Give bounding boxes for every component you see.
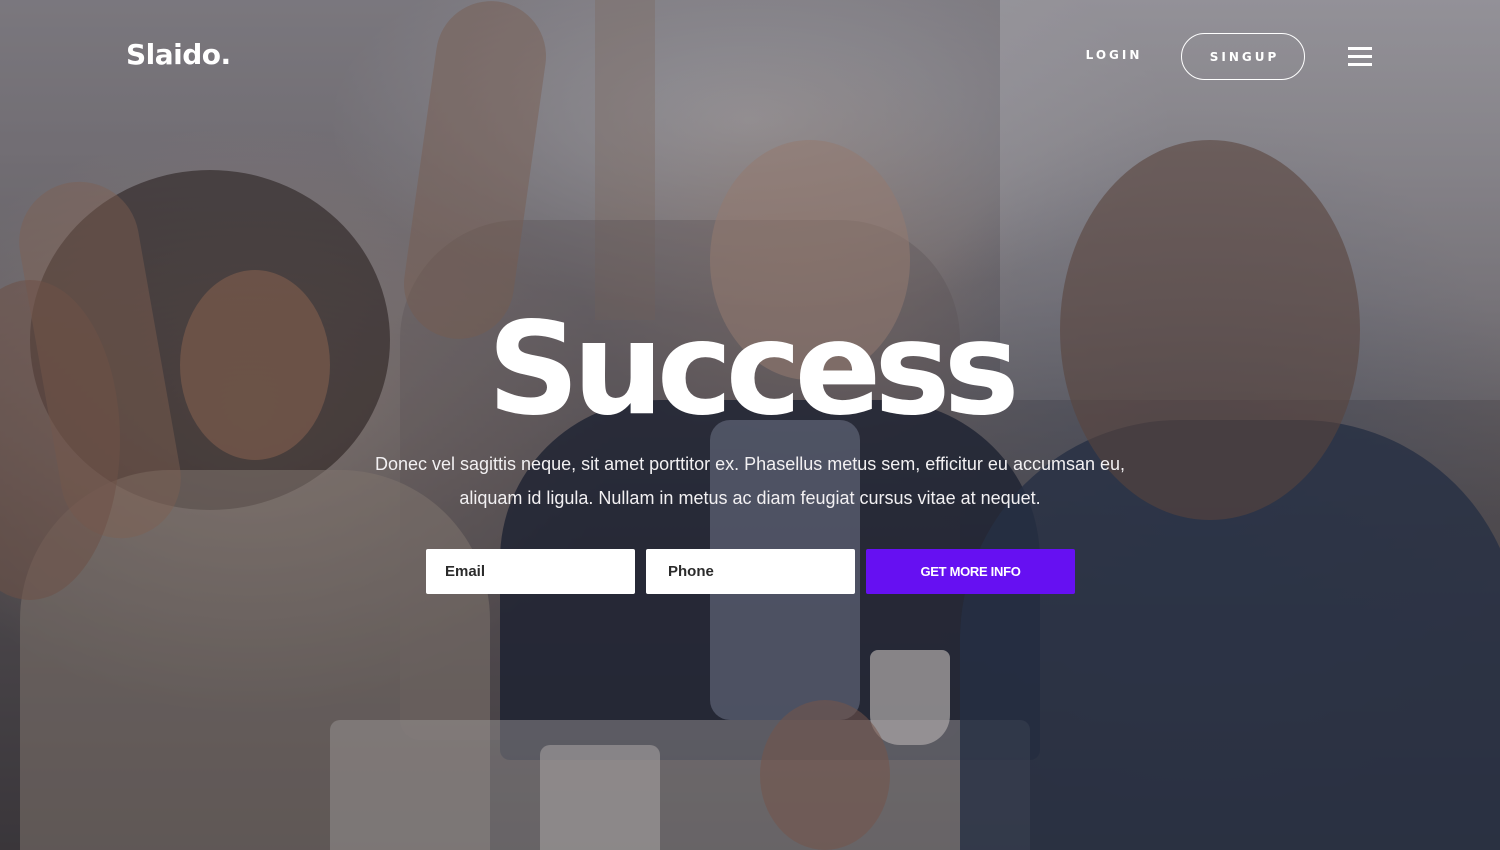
signup-button-label: SINGUP (1209, 49, 1280, 64)
email-input[interactable] (426, 549, 635, 594)
get-more-info-button[interactable]: GET MORE INFO (866, 549, 1075, 594)
phone-input[interactable] (646, 549, 855, 594)
hamburger-menu-icon[interactable] (1348, 47, 1372, 66)
hero-section: Slaido. LOGIN SINGUP Success Donec vel s… (0, 0, 1500, 850)
hero-title: Success (487, 295, 1019, 444)
logo[interactable]: Slaido. (126, 38, 231, 71)
login-link[interactable]: LOGIN (1078, 48, 1150, 66)
signup-button[interactable]: SINGUP (1181, 33, 1305, 80)
hero-description: Donec vel sagittis neque, sit amet portt… (374, 454, 1126, 508)
